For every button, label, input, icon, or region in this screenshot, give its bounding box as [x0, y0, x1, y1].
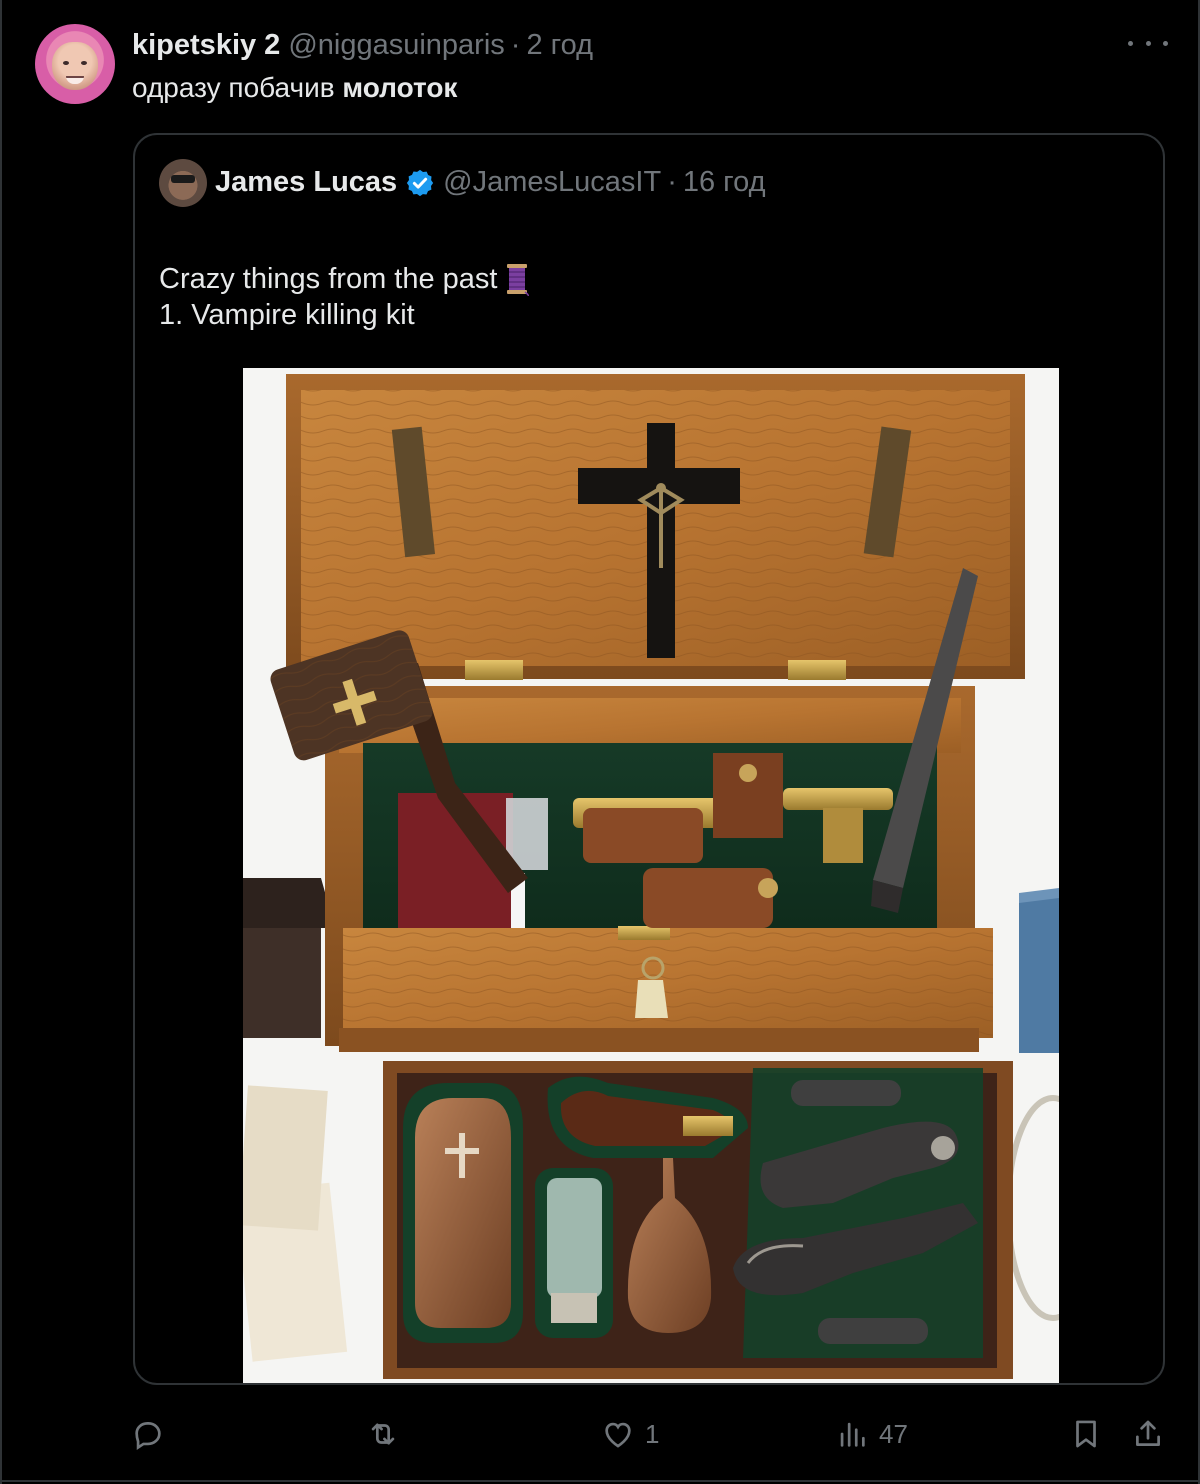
avatar-eye	[63, 61, 69, 65]
views-icon	[840, 1422, 865, 1447]
display-name[interactable]: kipetskiy 2	[132, 29, 280, 62]
separator-dot: ·	[667, 166, 677, 198]
like-button[interactable]: 1	[601, 1414, 659, 1454]
verified-icon	[407, 169, 434, 196]
like-icon	[605, 1422, 631, 1448]
quoted-tweet-text-line2: 1. Vampire killing kit	[159, 299, 415, 331]
avatar[interactable]	[35, 24, 115, 104]
repost-icon	[371, 1423, 395, 1445]
tweet-text: одразу побачив молоток	[132, 72, 457, 104]
spool-emoji-icon	[507, 264, 530, 296]
quoted-timestamp[interactable]: 16 год	[683, 166, 766, 199]
more-options-button[interactable]	[1128, 33, 1168, 53]
tweet-media-photo[interactable]	[243, 368, 1059, 1383]
avatar-eye	[81, 61, 87, 65]
views-button[interactable]: 47	[835, 1414, 908, 1454]
vampire-kit-photo	[243, 368, 1059, 1383]
quoted-user-handle[interactable]: @JamesLucasIT	[443, 166, 661, 199]
tweet-actions: 1 47	[0, 1404, 1200, 1464]
bookmark-icon	[1076, 1420, 1096, 1448]
more-icon	[1128, 40, 1133, 46]
tweet-text-bold: молоток	[342, 72, 458, 103]
share-button[interactable]	[1131, 1414, 1165, 1454]
timestamp[interactable]: 2 год	[526, 29, 593, 62]
bookmark-button[interactable]	[1069, 1414, 1103, 1454]
tweet-text-plain: одразу побачив	[132, 72, 343, 103]
quoted-avatar[interactable]	[159, 159, 207, 207]
left-column-border	[0, 0, 2, 1484]
reply-button[interactable]	[131, 1414, 175, 1454]
user-handle[interactable]: @niggasuinparis	[288, 29, 504, 62]
quoted-text-line1: Crazy things from the past	[159, 263, 498, 295]
quoted-tweet-text-line1: Crazy things from the past	[159, 219, 530, 299]
separator-dot: ·	[510, 28, 521, 61]
quoted-tweet-card[interactable]: James Lucas @JamesLucasIT · 16 год Crazy…	[133, 133, 1165, 1385]
quoted-tweet-header: James Lucas @JamesLucasIT · 16 год	[215, 166, 766, 199]
quoted-display-name[interactable]: James Lucas	[215, 166, 397, 199]
reply-icon	[135, 1422, 161, 1450]
share-icon	[1136, 1420, 1160, 1446]
tweet-divider	[0, 1480, 1200, 1482]
tweet-header: kipetskiy 2 @niggasuinparis · 2 год	[132, 27, 593, 63]
views-count: 47	[879, 1418, 908, 1449]
like-count: 1	[645, 1418, 660, 1449]
repost-button[interactable]	[366, 1414, 410, 1454]
